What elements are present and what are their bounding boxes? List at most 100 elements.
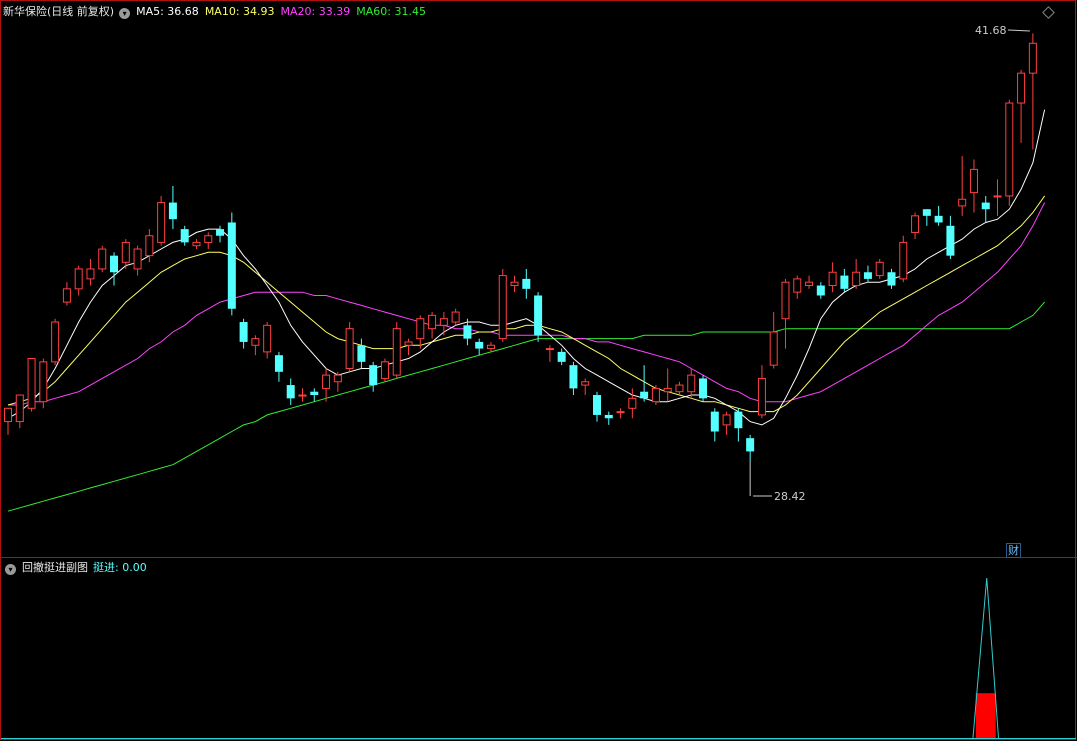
candle-body bbox=[98, 248, 107, 270]
candle-body bbox=[757, 377, 766, 416]
candle-body bbox=[958, 198, 967, 207]
ma5-label: MA5: 36.68 bbox=[136, 5, 199, 18]
candle-body bbox=[475, 341, 484, 349]
candle-body bbox=[157, 202, 166, 243]
candle-body bbox=[734, 411, 743, 429]
candle-body bbox=[251, 338, 260, 346]
candle-body bbox=[875, 261, 884, 277]
candle-body bbox=[981, 202, 990, 210]
candle-body bbox=[593, 395, 601, 415]
candle-body bbox=[687, 374, 696, 393]
candle-body bbox=[722, 414, 731, 426]
candle-body bbox=[51, 321, 60, 363]
candle-body bbox=[439, 318, 448, 326]
candle-body bbox=[911, 215, 920, 233]
candle-body bbox=[4, 407, 12, 423]
candle-body bbox=[404, 341, 413, 346]
candle-body bbox=[628, 397, 637, 409]
candle-body bbox=[428, 314, 437, 330]
candle-body bbox=[333, 374, 342, 383]
candle-body bbox=[486, 344, 495, 350]
candle-body bbox=[463, 325, 472, 339]
candle-body bbox=[805, 281, 814, 287]
finance-badge[interactable]: 财 bbox=[1006, 543, 1021, 558]
candle-body bbox=[110, 255, 119, 273]
candle-body bbox=[74, 268, 83, 290]
candle-body bbox=[604, 414, 613, 419]
candle-body bbox=[239, 322, 248, 342]
candle-body bbox=[640, 391, 649, 399]
candle-body bbox=[62, 288, 71, 303]
candle-body bbox=[263, 324, 272, 353]
sub-header: ▾ 回撤挺进副图 挺进: 0.00 bbox=[3, 561, 153, 575]
candle-body bbox=[274, 355, 283, 372]
candle-body bbox=[168, 202, 177, 220]
candle-body bbox=[899, 241, 908, 280]
candle-body bbox=[769, 331, 778, 366]
candle-body bbox=[121, 241, 130, 263]
candle-body bbox=[357, 345, 366, 362]
candle-body bbox=[322, 374, 331, 389]
candle-body bbox=[369, 365, 378, 386]
candle-body bbox=[581, 381, 590, 386]
max-price-arrow bbox=[1007, 29, 1030, 32]
candle-body bbox=[39, 361, 48, 403]
candle-body bbox=[392, 328, 401, 376]
candle-body bbox=[1017, 72, 1026, 104]
ma20-label: MA20: 33.39 bbox=[280, 5, 351, 18]
candle-body bbox=[781, 281, 790, 320]
candle-body bbox=[545, 348, 554, 351]
candle-body bbox=[15, 394, 24, 423]
candle-body bbox=[946, 225, 955, 256]
chevron-down-icon[interactable]: ▾ bbox=[5, 564, 16, 575]
candle-body bbox=[192, 241, 201, 247]
candle-body bbox=[522, 278, 531, 289]
candle-body bbox=[1028, 42, 1037, 74]
sub-red-bar bbox=[975, 693, 996, 738]
candle-body bbox=[133, 248, 142, 270]
chevron-down-icon[interactable]: ▾ bbox=[119, 8, 131, 19]
candle-body bbox=[216, 229, 225, 236]
candle-body bbox=[380, 361, 389, 379]
indicator-label: 挺进: 0.00 bbox=[93, 561, 147, 574]
candle-body bbox=[180, 229, 189, 243]
candle-body bbox=[699, 378, 708, 399]
candle-body bbox=[675, 384, 684, 393]
candle-body bbox=[663, 387, 672, 393]
candle-body bbox=[793, 278, 802, 293]
candle-body bbox=[969, 168, 978, 194]
candle-body bbox=[710, 411, 719, 432]
candle-body bbox=[310, 391, 319, 396]
candle-body bbox=[616, 411, 625, 414]
candle-body bbox=[534, 295, 543, 336]
outer-border bbox=[0, 0, 1076, 740]
sub-title: 回撤挺进副图 bbox=[22, 561, 88, 574]
max-price-label: 41.68 bbox=[975, 24, 1007, 37]
candle-body bbox=[416, 318, 425, 340]
candle-body bbox=[227, 222, 236, 309]
candle-body bbox=[852, 271, 861, 287]
candle-body bbox=[204, 235, 213, 243]
candle-body bbox=[27, 358, 36, 409]
candle-body bbox=[86, 268, 95, 280]
chart-frame: 41.68 28.42 bbox=[0, 0, 1077, 740]
ma60-line bbox=[7, 301, 1045, 512]
candle-body bbox=[498, 275, 507, 340]
candle-body bbox=[840, 275, 849, 289]
candle-body bbox=[345, 328, 354, 369]
main-header: 新华保险(日线 前复权) ▾ MA5: 36.68 MA10: 34.93 MA20: … bbox=[3, 5, 432, 19]
candle-body bbox=[145, 235, 154, 257]
candle-body bbox=[510, 281, 519, 287]
ma10-label: MA10: 34.93 bbox=[204, 5, 275, 18]
min-price-label: 28.42 bbox=[774, 490, 806, 503]
candle-body bbox=[934, 215, 943, 223]
candle-body bbox=[746, 438, 755, 452]
candle-body bbox=[816, 285, 825, 296]
candle-body bbox=[557, 351, 566, 362]
candle-body bbox=[651, 387, 660, 403]
candle-body bbox=[569, 365, 578, 389]
ma60-label: MA60: 31.45 bbox=[356, 5, 426, 18]
stock-title: 新华保险(日线 前复权) bbox=[3, 5, 115, 18]
candle-body bbox=[922, 209, 931, 216]
candle-body bbox=[451, 311, 460, 323]
